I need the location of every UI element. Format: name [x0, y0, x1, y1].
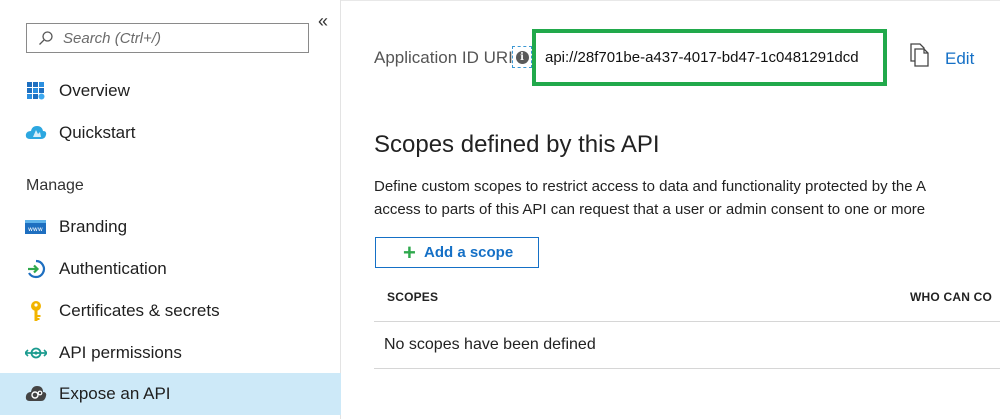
table-bottom-divider	[374, 368, 1000, 369]
application-id-uri-value: api://28f701be-a437-4017-bd47-1c0481291d…	[545, 49, 859, 66]
search-placeholder: Search (Ctrl+/)	[63, 29, 161, 47]
grid-icon	[24, 79, 48, 103]
column-header-scopes: SCOPES	[387, 290, 439, 304]
sidebar-item-branding[interactable]: www Branding	[0, 207, 341, 247]
scopes-description-line: access to parts of this API can request …	[374, 201, 926, 218]
column-header-who-can-consent: WHO CAN CO	[910, 290, 992, 304]
application-id-uri-highlight: api://28f701be-a437-4017-bd47-1c0481291d…	[532, 29, 887, 86]
copy-icon[interactable]	[908, 43, 930, 67]
edit-link[interactable]: Edit	[945, 49, 974, 69]
branding-icon: www	[24, 215, 48, 239]
sidebar-item-label: Authentication	[59, 259, 167, 278]
info-icon[interactable]: i	[512, 46, 532, 68]
info-glyph: i	[515, 50, 529, 64]
cloud-icon	[24, 121, 48, 145]
empty-table-message: No scopes have been defined	[384, 336, 596, 353]
sidebar-item-quickstart[interactable]: Quickstart	[0, 113, 341, 153]
section-label-manage: Manage	[26, 177, 84, 194]
application-id-uri-label: Application ID URI	[374, 48, 513, 67]
sidebar: Search (Ctrl+/) « Overview Quickstart Ma…	[0, 0, 341, 419]
sidebar-item-label: Overview	[59, 81, 130, 100]
svg-text:www: www	[28, 226, 43, 233]
api-permissions-icon	[24, 341, 48, 365]
key-icon	[24, 299, 48, 323]
sidebar-item-label: Branding	[59, 217, 128, 236]
sidebar-item-certificates[interactable]: Certificates & secrets	[0, 291, 341, 331]
sidebar-item-label: Certificates & secrets	[59, 301, 220, 320]
authentication-icon	[24, 257, 48, 281]
main-content: Application ID URI i api://28f701be-a437…	[342, 0, 1000, 419]
add-scope-button[interactable]: + Add a scope	[375, 237, 539, 268]
sidebar-item-expose-api[interactable]: Expose an API	[0, 373, 341, 415]
sidebar-item-label: API permissions	[59, 343, 182, 362]
search-icon	[33, 24, 59, 52]
sidebar-item-authentication[interactable]: Authentication	[0, 249, 341, 289]
scopes-heading: Scopes defined by this API	[374, 131, 660, 158]
sidebar-item-api-permissions[interactable]: API permissions	[0, 333, 341, 373]
plus-icon: +	[403, 240, 416, 265]
sidebar-item-label: Quickstart	[59, 123, 136, 142]
table-header-divider	[374, 321, 1000, 322]
add-scope-label: Add a scope	[424, 244, 514, 261]
expose-api-icon	[24, 382, 48, 406]
scopes-description-line: Define custom scopes to restrict access …	[374, 178, 926, 195]
sidebar-item-label: Expose an API	[59, 384, 171, 403]
search-input[interactable]: Search (Ctrl+/)	[26, 23, 309, 53]
collapse-sidebar-icon[interactable]: «	[318, 12, 328, 30]
sidebar-item-overview[interactable]: Overview	[0, 71, 341, 111]
scopes-description: Define custom scopes to restrict access …	[374, 175, 926, 221]
